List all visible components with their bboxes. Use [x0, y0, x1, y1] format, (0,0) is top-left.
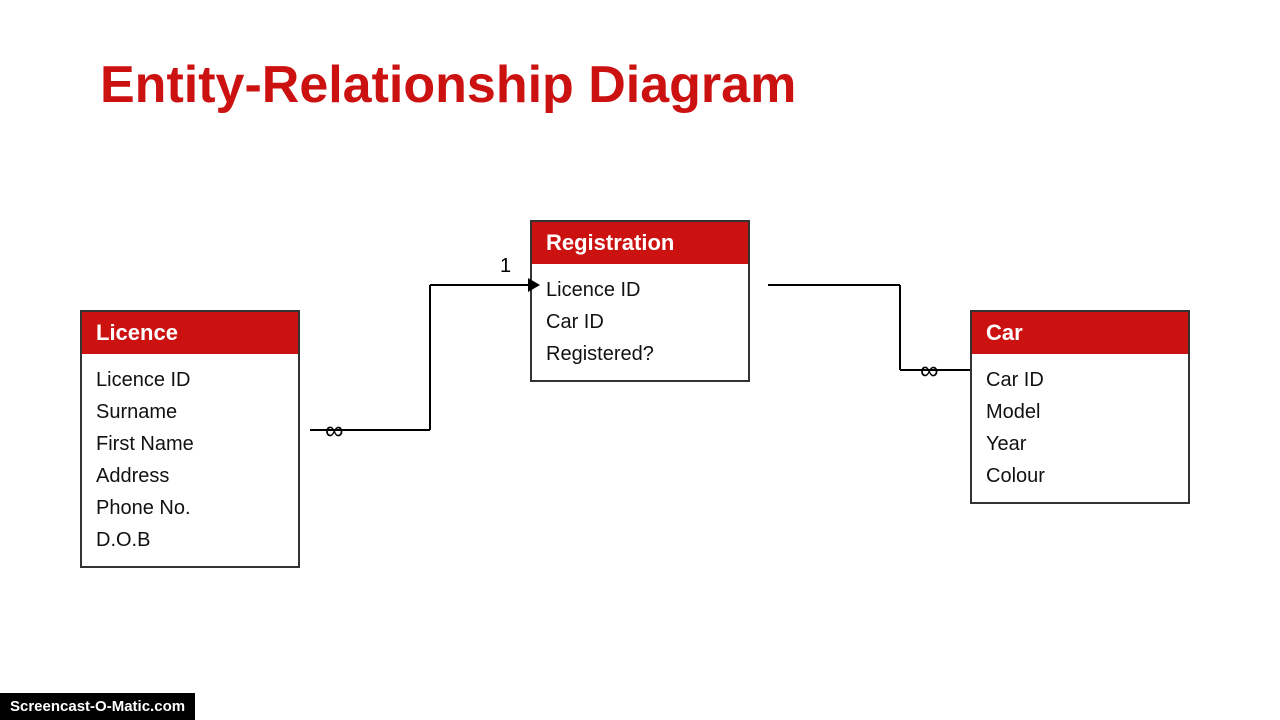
car-field-4: Colour	[986, 460, 1174, 492]
registration-entity: Registration Licence ID Car ID Registere…	[530, 220, 750, 382]
registration-field-2: Car ID	[546, 306, 734, 338]
cardinality-infinity-car: ∞	[920, 355, 939, 386]
registration-entity-header: Registration	[532, 222, 748, 264]
cardinality-one-registration: 1	[500, 255, 511, 278]
car-entity-body: Car ID Model Year Colour	[972, 354, 1188, 502]
car-field-1: Car ID	[986, 364, 1174, 396]
licence-entity-body: Licence ID Surname First Name Address Ph…	[82, 354, 298, 566]
car-field-3: Year	[986, 428, 1174, 460]
registration-entity-body: Licence ID Car ID Registered?	[532, 264, 748, 380]
licence-entity: Licence Licence ID Surname First Name Ad…	[80, 310, 300, 568]
licence-field-2: Surname	[96, 396, 284, 428]
car-entity: Car Car ID Model Year Colour	[970, 310, 1190, 504]
licence-field-1: Licence ID	[96, 364, 284, 396]
licence-field-6: D.O.B	[96, 524, 284, 556]
page-title: Entity-Relationship Diagram	[100, 55, 796, 115]
registration-field-3: Registered?	[546, 338, 734, 370]
car-field-2: Model	[986, 396, 1174, 428]
car-entity-header: Car	[972, 312, 1188, 354]
licence-field-5: Phone No.	[96, 492, 284, 524]
licence-field-4: Address	[96, 460, 284, 492]
cardinality-infinity-licence: ∞	[325, 415, 344, 446]
licence-field-3: First Name	[96, 428, 284, 460]
licence-entity-header: Licence	[82, 312, 298, 354]
watermark: Screencast-O-Matic.com	[0, 693, 195, 720]
registration-field-1: Licence ID	[546, 274, 734, 306]
